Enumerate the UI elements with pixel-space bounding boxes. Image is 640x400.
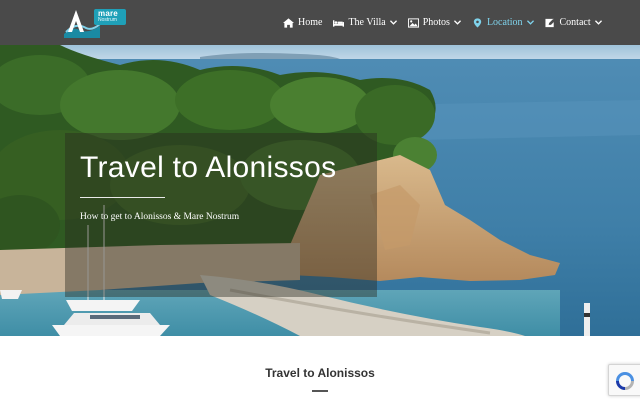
hero-subtitle: How to get to Alonissos & Mare Nostrum bbox=[80, 212, 240, 222]
nav-photos-label: Photos bbox=[422, 17, 450, 28]
bed-icon bbox=[333, 19, 345, 27]
chevron-down-icon bbox=[526, 20, 534, 25]
chevron-down-icon bbox=[594, 20, 602, 25]
section-divider bbox=[312, 390, 328, 392]
map-marker-icon bbox=[473, 17, 482, 28]
home-icon bbox=[283, 17, 294, 28]
recaptcha-icon bbox=[616, 372, 634, 390]
nav-contact-label: Contact bbox=[559, 17, 591, 28]
hero-divider bbox=[80, 197, 165, 198]
chevron-down-icon bbox=[453, 20, 461, 25]
nav-the-villa[interactable]: The Villa bbox=[333, 17, 397, 28]
nav-location-label: Location bbox=[486, 17, 523, 28]
edit-icon bbox=[544, 18, 555, 27]
section-title: Travel to Alonissos bbox=[265, 366, 375, 380]
site-header: mare Nostrum Home The Villa Photos Locat… bbox=[0, 0, 640, 45]
logo-word-nostrum: Nostrum bbox=[98, 17, 117, 23]
nav-photos[interactable]: Photos bbox=[407, 17, 461, 28]
nav-the-villa-label: The Villa bbox=[348, 17, 386, 28]
hero-banner: Travel to Alonissos How to get to Alonis… bbox=[0, 45, 640, 336]
nav-location[interactable]: Location bbox=[472, 17, 534, 28]
nav-home[interactable]: Home bbox=[283, 17, 322, 28]
recaptcha-badge[interactable] bbox=[608, 364, 640, 396]
main-nav: Home The Villa Photos Location Contact bbox=[283, 0, 613, 45]
hero-title: Travel to Alonissos bbox=[80, 151, 337, 184]
site-logo[interactable]: mare Nostrum bbox=[62, 6, 128, 38]
image-icon bbox=[407, 17, 419, 28]
nav-contact[interactable]: Contact bbox=[544, 17, 602, 28]
chevron-down-icon bbox=[389, 20, 397, 25]
nav-home-label: Home bbox=[298, 17, 323, 28]
